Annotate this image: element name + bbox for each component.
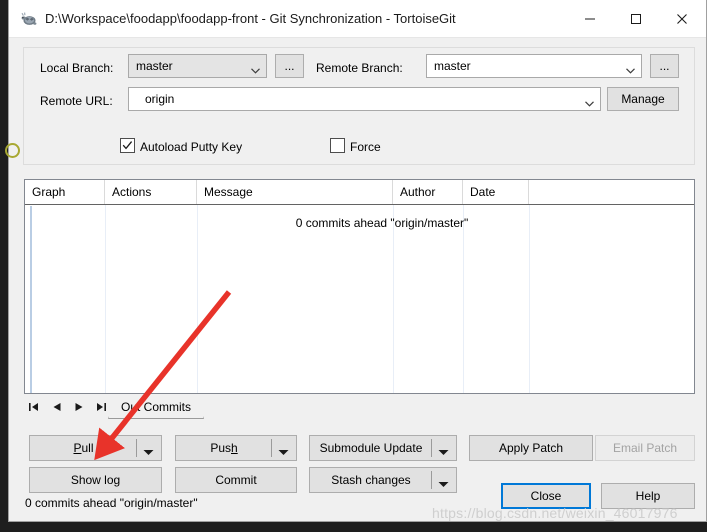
commit-button[interactable]: Commit <box>175 467 297 493</box>
chevron-down-icon[interactable] <box>143 445 154 455</box>
local-branch-value: master <box>136 59 173 73</box>
split-separator <box>431 471 432 489</box>
chevron-down-icon[interactable] <box>278 445 289 455</box>
remote-branch-label: Remote Branch: <box>316 61 403 75</box>
chevron-down-icon <box>585 96 594 107</box>
email-patch-button: Email Patch <box>595 435 695 461</box>
chevron-down-icon[interactable] <box>438 445 449 455</box>
column-header-message[interactable]: Message <box>197 180 393 204</box>
window-title: D:\Workspace\foodapp\foodapp-front - Git… <box>45 11 456 26</box>
autoload-putty-key-checkbox[interactable]: Autoload Putty Key <box>120 138 242 155</box>
maximize-icon <box>631 13 641 24</box>
grid-line <box>197 205 198 393</box>
split-separator <box>136 439 137 457</box>
remote-url-value: origin <box>145 92 175 106</box>
graph-lane-line <box>30 206 32 393</box>
remote-url-combo[interactable]: origin <box>128 87 601 111</box>
column-header-author[interactable]: Author <box>393 180 463 204</box>
first-record-icon[interactable] <box>26 399 42 415</box>
chevron-down-icon <box>251 63 260 74</box>
show-log-button[interactable]: Show log <box>29 467 162 493</box>
local-branch-combo[interactable]: master <box>128 54 267 78</box>
column-header-actions[interactable]: Actions <box>105 180 197 204</box>
chevron-down-icon <box>626 63 635 74</box>
submodule-update-button[interactable]: Submodule Update <box>309 435 457 461</box>
grid-line <box>105 205 106 393</box>
force-label: Force <box>350 140 381 154</box>
maximize-button[interactable] <box>613 0 659 36</box>
checkbox-box-checked <box>120 138 135 153</box>
checkmark-icon <box>122 141 133 150</box>
local-branch-label: Local Branch: <box>40 61 114 75</box>
push-button[interactable]: Push <box>175 435 297 461</box>
grid-line <box>529 205 530 393</box>
minimize-icon <box>585 18 595 20</box>
pull-button[interactable]: Pull <box>29 435 162 461</box>
force-checkbox[interactable]: Force <box>330 138 381 155</box>
decorative-circle <box>5 143 20 158</box>
autoload-putty-key-label: Autoload Putty Key <box>140 140 243 154</box>
title-bar: D:\Workspace\foodapp\foodapp-front - Git… <box>9 0 706 38</box>
empty-list-message: 0 commits ahead "origin/master" <box>295 216 469 230</box>
sync-settings-group: Local Branch: master ... Remote Branch: … <box>23 47 695 165</box>
column-header-date[interactable]: Date <box>463 180 529 204</box>
stash-changes-button[interactable]: Stash changes <box>309 467 457 493</box>
list-header-row: Graph Actions Message Author Date <box>25 180 694 205</box>
tortoisegit-turtle-icon <box>20 10 38 28</box>
grid-line <box>463 205 464 393</box>
remote-branch-value: master <box>434 59 471 73</box>
split-separator <box>431 439 432 457</box>
local-branch-browse-button[interactable]: ... <box>275 54 304 78</box>
split-separator <box>271 439 272 457</box>
out-commits-list[interactable]: Graph Actions Message Author Date 0 comm… <box>24 179 695 394</box>
list-tab-strip: Out Commits <box>24 396 695 420</box>
git-sync-window: D:\Workspace\foodapp\foodapp-front - Git… <box>5 0 707 522</box>
close-icon <box>677 13 687 24</box>
tab-out-commits[interactable]: Out Commits <box>108 396 204 419</box>
minimize-button[interactable] <box>567 0 613 36</box>
checkbox-box-unchecked <box>330 138 345 153</box>
remote-branch-combo[interactable]: master <box>426 54 642 78</box>
column-header-graph[interactable]: Graph <box>25 180 105 204</box>
chevron-down-icon[interactable] <box>438 477 449 487</box>
remote-url-label: Remote URL: <box>40 94 113 108</box>
manage-remotes-button[interactable]: Manage <box>607 87 679 111</box>
status-bar-text: 0 commits ahead "origin/master" <box>25 496 198 510</box>
column-header-filler <box>529 180 694 204</box>
grid-line <box>393 205 394 393</box>
apply-patch-button[interactable]: Apply Patch <box>469 435 593 461</box>
last-record-icon[interactable] <box>93 399 109 415</box>
stash-changes-label: Stash changes <box>331 473 411 487</box>
next-record-icon[interactable] <box>71 399 87 415</box>
remote-branch-browse-button[interactable]: ... <box>650 54 679 78</box>
previous-record-icon[interactable] <box>49 399 65 415</box>
submodule-update-label: Submodule Update <box>319 441 423 455</box>
site-watermark: https://blog.csdn.net/weixin_46017976 <box>432 505 678 521</box>
close-window-button[interactable] <box>659 0 705 36</box>
